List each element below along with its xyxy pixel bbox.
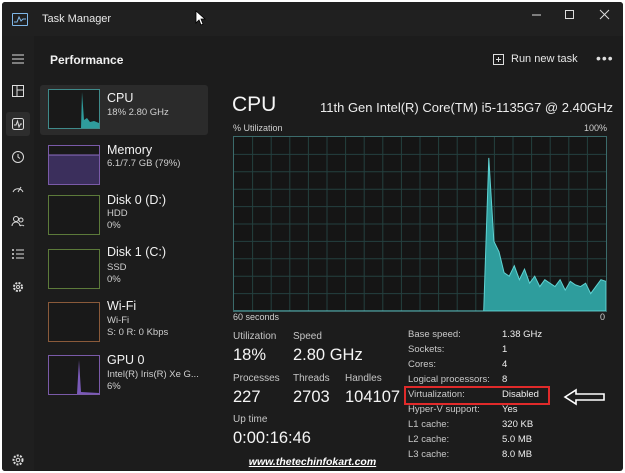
spec-key: Cores: xyxy=(408,359,436,370)
spec-key: Base speed: xyxy=(408,329,461,340)
device-usage: 0% xyxy=(107,274,121,285)
speed-label: Speed xyxy=(293,331,322,342)
cpu-model-name: 11th Gen Intel(R) Core(TM) i5-1135G7 @ 2… xyxy=(320,100,614,115)
spec-value: 4 xyxy=(502,359,508,370)
spec-value: 1.38 GHz xyxy=(502,329,543,340)
spec-key: Hyper-V support: xyxy=(408,404,480,415)
minimize-button[interactable] xyxy=(527,8,547,22)
users-icon[interactable] xyxy=(9,212,27,230)
device-detail: 18% 2.80 GHz xyxy=(107,107,169,118)
spec-value: 1 xyxy=(502,344,508,355)
close-button[interactable] xyxy=(595,8,615,22)
disk1-thumbnail-graph xyxy=(48,249,100,289)
cpu-thumbnail-graph xyxy=(48,89,100,129)
device-name: Wi-Fi xyxy=(107,299,137,313)
uptime-value: 0:00:16:46 xyxy=(233,429,311,447)
device-name: GPU 0 xyxy=(107,353,145,367)
device-detail: Intel(R) Iris(R) Xe G... xyxy=(107,369,199,380)
run-new-task-button[interactable]: Run new task xyxy=(492,50,578,68)
watermark-text: www.thetechinfokart.com xyxy=(248,456,377,468)
spec-value: Yes xyxy=(502,404,518,415)
processes-value: 227 xyxy=(233,388,261,406)
device-item-memory[interactable]: Memory 6.1/7.7 GB (79%) xyxy=(40,141,208,191)
navigation-rail xyxy=(2,36,34,471)
device-item-wifi[interactable]: Wi-Fi Wi-Fi S: 0 R: 0 Kbps xyxy=(40,298,208,348)
handles-value: 104107 xyxy=(345,388,401,406)
device-throughput: S: 0 R: 0 Kbps xyxy=(107,327,169,338)
device-item-cpu[interactable]: CPU 18% 2.80 GHz xyxy=(40,85,208,135)
spec-value: 5.0 MB xyxy=(502,434,533,445)
cpu-heading: CPU xyxy=(232,93,277,116)
page-title: Performance xyxy=(50,53,124,67)
device-detail: 6.1/7.7 GB (79%) xyxy=(107,158,181,169)
cpu-utilization-graph xyxy=(233,136,607,312)
watermark: www.thetechinfokart.com xyxy=(2,456,623,468)
more-options-button[interactable]: ••• xyxy=(596,50,614,66)
gpu-thumbnail-graph xyxy=(48,355,100,395)
startup-apps-icon[interactable] xyxy=(9,180,27,198)
cpu-graph-svg xyxy=(234,137,607,312)
device-item-gpu0[interactable]: GPU 0 Intel(R) Iris(R) Xe G... 6% xyxy=(40,351,208,401)
details-icon[interactable] xyxy=(9,245,27,263)
device-usage: 6% xyxy=(107,381,121,392)
graph-zero-label: 0 xyxy=(600,312,606,322)
spec-value: 8 xyxy=(502,374,508,385)
handles-label: Handles xyxy=(345,373,382,384)
spec-value: 320 KB xyxy=(502,419,534,430)
spec-key: Sockets: xyxy=(408,344,445,355)
window-title: Task Manager xyxy=(42,13,112,25)
threads-value: 2703 xyxy=(293,388,330,406)
device-name: Disk 1 (C:) xyxy=(107,245,167,259)
graph-max-label: 100% xyxy=(584,123,608,133)
run-new-task-label: Run new task xyxy=(511,53,578,65)
task-manager-window: Task Manager Performance Run new task ••… xyxy=(2,2,623,471)
app-history-icon[interactable] xyxy=(9,148,27,166)
performance-icon[interactable] xyxy=(6,112,30,136)
device-usage: 0% xyxy=(107,220,121,231)
virtualization-highlight-box xyxy=(404,386,550,405)
utilization-value: 18% xyxy=(233,346,267,364)
services-icon[interactable] xyxy=(9,278,27,296)
utilization-label: Utilization xyxy=(233,331,277,342)
maximize-button[interactable] xyxy=(560,8,580,22)
device-item-disk1[interactable]: Disk 1 (C:) SSD 0% xyxy=(40,245,208,295)
graph-time-label: 60 seconds xyxy=(233,312,280,322)
speed-value: 2.80 GHz xyxy=(293,346,363,364)
memory-thumbnail-graph xyxy=(48,145,100,185)
device-name: CPU xyxy=(107,91,134,105)
device-detail: HDD xyxy=(107,208,128,219)
left-arrow-icon xyxy=(563,388,607,411)
title-bar: Task Manager xyxy=(2,2,623,36)
spec-key: L2 cache: xyxy=(408,434,450,445)
threads-label: Threads xyxy=(293,373,330,384)
spec-key: L1 cache: xyxy=(408,419,450,430)
hamburger-icon[interactable] xyxy=(9,50,27,68)
spec-key: Logical processors: xyxy=(408,374,490,385)
device-detail: SSD xyxy=(107,262,127,273)
device-name: Memory xyxy=(107,143,153,157)
mouse-cursor-icon xyxy=(195,10,207,31)
processes-label: Processes xyxy=(233,373,280,384)
wifi-thumbnail-graph xyxy=(48,302,100,342)
device-detail: Wi-Fi xyxy=(107,315,130,326)
uptime-label: Up time xyxy=(233,414,268,425)
run-task-icon xyxy=(493,53,504,65)
graph-y-label: % Utilization xyxy=(233,123,283,133)
processes-icon[interactable] xyxy=(9,82,27,100)
device-name: Disk 0 (D:) xyxy=(107,193,167,207)
disk0-thumbnail-graph xyxy=(48,195,100,235)
device-item-disk0[interactable]: Disk 0 (D:) HDD 0% xyxy=(40,191,208,241)
task-manager-icon xyxy=(12,13,28,26)
